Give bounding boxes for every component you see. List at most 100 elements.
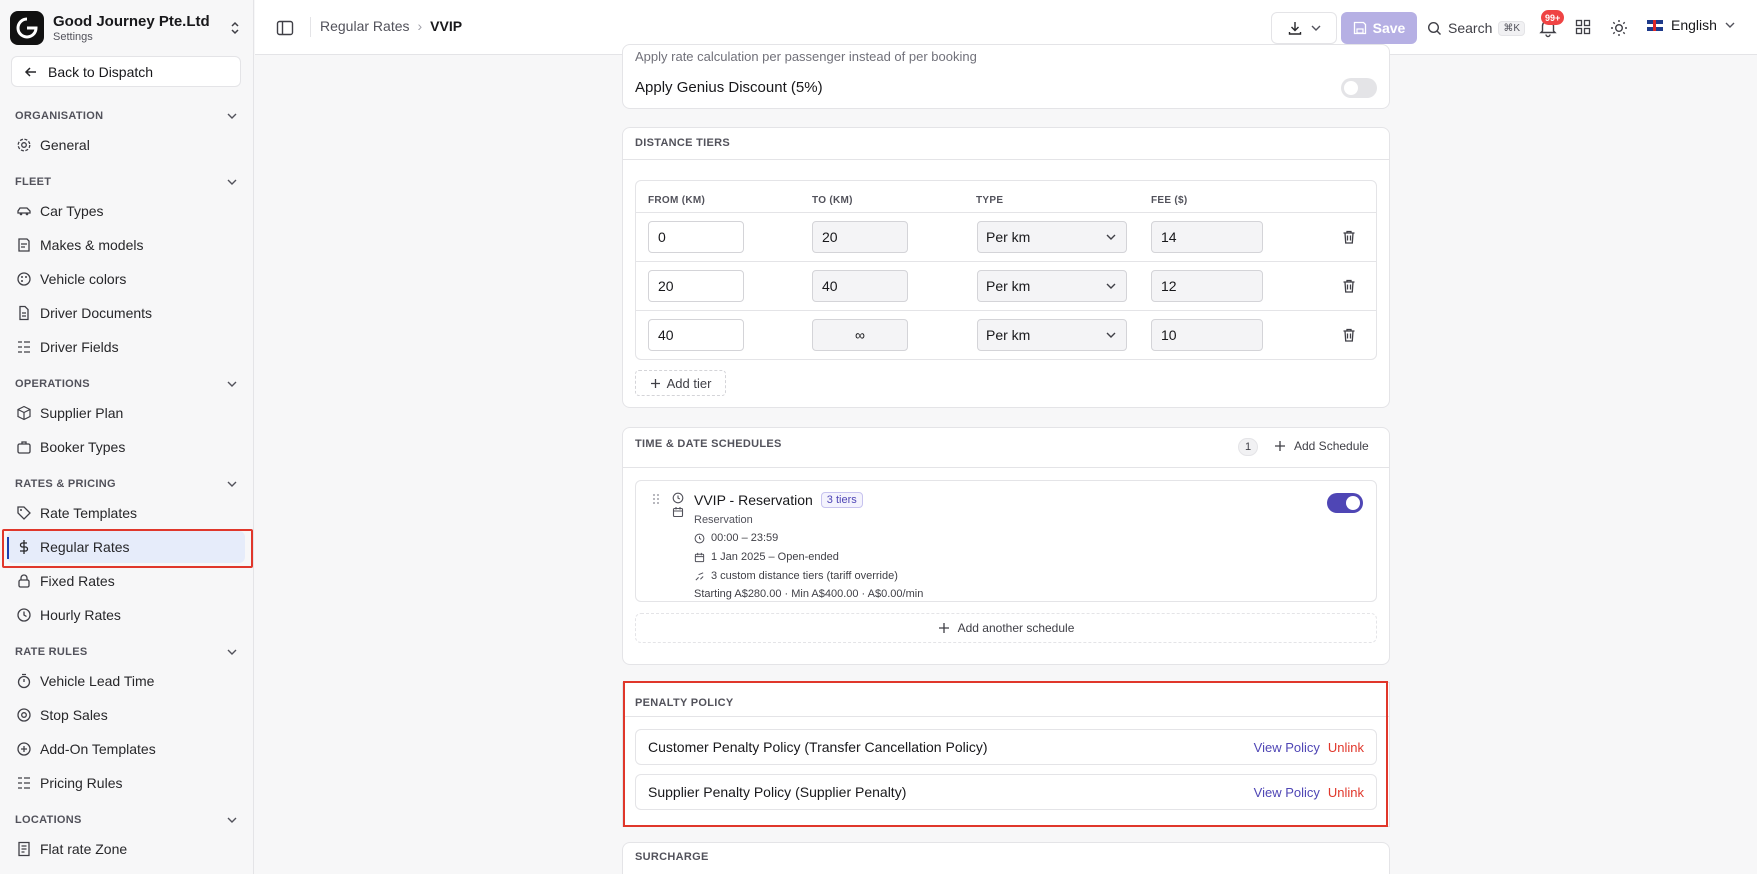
divider [623, 159, 1389, 160]
sidebar-item-label: Driver Fields [40, 339, 119, 355]
clock-icon [16, 607, 32, 623]
sidebar-item-label: Car Types [40, 203, 104, 219]
col-fee: FEE ($) [1151, 195, 1188, 206]
chevron-up-down-icon [228, 18, 242, 38]
sidebar-item-driver-documents[interactable]: Driver Documents [7, 297, 245, 329]
row-divider [636, 261, 1376, 262]
section-label: LOCATIONS [15, 814, 82, 826]
schedules-card: TIME & DATE SCHEDULES 1 Add Schedule VVI… [622, 427, 1390, 665]
section-label: FLEET [15, 176, 52, 188]
book-icon [16, 237, 32, 253]
schedule-toggle[interactable] [1327, 493, 1363, 513]
sidebar-item-add-on-templates[interactable]: Add-On Templates [7, 733, 245, 765]
language-label: English [1671, 17, 1717, 33]
from-input[interactable]: 20 [648, 270, 744, 302]
sidebar-item-makes-models[interactable]: Makes & models [7, 229, 245, 261]
sidebar-item-pricing-rules[interactable]: Pricing Rules [7, 767, 245, 799]
section-rates-pricing[interactable]: RATES & PRICING [15, 476, 237, 492]
section-operations[interactable]: OPERATIONS [15, 376, 237, 392]
chevron-down-icon [227, 481, 237, 487]
sidebar-toggle-icon[interactable] [276, 19, 294, 37]
arrow-left-icon [24, 66, 36, 77]
search-button[interactable]: Search ⌘K [1427, 14, 1526, 42]
divider [623, 467, 1389, 468]
sidebar-item-car-types[interactable]: Car Types [7, 195, 245, 227]
apps-grid-icon[interactable] [1575, 19, 1591, 35]
sidebar-item-booker-types[interactable]: Booker Types [7, 431, 245, 463]
add-schedule-button[interactable]: Add Schedule [1274, 439, 1369, 453]
section-locations[interactable]: LOCATIONS [15, 812, 237, 828]
sidebar-item-general[interactable]: General [7, 129, 245, 161]
distance-tiers-card: DISTANCE TIERS FROM (KM) TO (KM) TYPE FE… [622, 127, 1390, 408]
schedule-item[interactable]: VVIP - Reservation 3 tiers Reservation 0… [635, 480, 1377, 602]
from-input[interactable]: 0 [648, 221, 744, 253]
sun-icon[interactable] [1610, 19, 1628, 37]
col-from: FROM (KM) [648, 195, 706, 206]
back-to-dispatch-button[interactable]: Back to Dispatch [11, 56, 241, 87]
uk-flag-icon [1647, 19, 1663, 31]
sidebar-item-label: Fixed Rates [40, 573, 115, 589]
list-icon [16, 339, 32, 355]
language-selector[interactable]: English [1647, 17, 1735, 33]
tier-table: FROM (KM) TO (KM) TYPE FEE ($) 0 20 Per … [635, 180, 1377, 360]
clock-icon [672, 492, 684, 504]
to-input[interactable]: 20 [812, 221, 908, 253]
download-menu-button[interactable] [1271, 12, 1337, 44]
section-label: RATE RULES [15, 646, 88, 658]
sidebar-item-stop-sales[interactable]: Stop Sales [7, 699, 245, 731]
sidebar-item-vehicle-colors[interactable]: Vehicle colors [7, 263, 245, 295]
add-another-label: Add another schedule [957, 621, 1075, 635]
schedule-tiers-note: 3 custom distance tiers (tariff override… [711, 570, 898, 582]
add-tier-button[interactable]: Add tier [635, 370, 726, 396]
section-fleet[interactable]: FLEET [15, 174, 237, 190]
trash-icon[interactable] [1341, 229, 1357, 245]
sidebar-item-driver-fields[interactable]: Driver Fields [7, 331, 245, 363]
trash-icon[interactable] [1341, 278, 1357, 294]
sidebar-item-rate-templates[interactable]: Rate Templates [7, 497, 245, 529]
schedule-tiers-row: 3 custom distance tiers (tariff override… [694, 570, 898, 582]
trash-icon[interactable] [1341, 327, 1357, 343]
sidebar-item-supplier-plan[interactable]: Supplier Plan [7, 397, 245, 429]
fee-input[interactable]: 14 [1151, 221, 1263, 253]
type-select-value: Per km [986, 327, 1031, 343]
sidebar-item-label: Add-On Templates [40, 741, 156, 757]
chevron-down-icon [1311, 25, 1321, 31]
fee-input[interactable]: 12 [1151, 270, 1263, 302]
from-input[interactable]: 40 [648, 319, 744, 351]
highlight-outline [2, 529, 253, 568]
sidebar-item-flat-rate-zone[interactable]: Flat rate Zone [7, 833, 245, 865]
chevron-down-icon [227, 817, 237, 823]
breadcrumb-parent[interactable]: Regular Rates [320, 18, 410, 34]
tiers-badge: 3 tiers [820, 492, 863, 508]
add-another-schedule-button[interactable]: Add another schedule [635, 613, 1377, 643]
sidebar-item-hourly-rates[interactable]: Hourly Rates [7, 599, 245, 631]
type-select[interactable]: Per km [977, 270, 1127, 302]
to-input[interactable]: ∞ [812, 319, 908, 351]
breadcrumb-current: VVIP [430, 18, 463, 34]
schedule-type: Reservation [694, 514, 753, 526]
to-input[interactable]: 40 [812, 270, 908, 302]
type-select[interactable]: Per km [977, 221, 1127, 253]
schedule-title-row: VVIP - Reservation 3 tiers [694, 492, 863, 508]
schedule-time: 00:00 – 23:59 [711, 532, 779, 544]
search-label: Search [1448, 20, 1493, 36]
notification-badge: 99+ [1541, 10, 1565, 25]
org-switcher[interactable]: Good Journey Pte.Ltd Settings [10, 10, 242, 46]
sidebar-item-fixed-rates[interactable]: Fixed Rates [7, 565, 245, 597]
sidebar-item-label: Hourly Rates [40, 607, 121, 623]
timer-icon [16, 673, 32, 689]
genius-discount-label: Apply Genius Discount (5%) [635, 79, 823, 96]
drag-handle-icon[interactable] [652, 493, 660, 505]
receipt-icon [16, 841, 32, 857]
sidebar-item-vehicle-lead-time[interactable]: Vehicle Lead Time [7, 665, 245, 697]
schedule-name: VVIP - Reservation [694, 492, 813, 508]
section-rate-rules[interactable]: RATE RULES [15, 644, 237, 660]
search-icon [1427, 21, 1441, 35]
section-organisation[interactable]: ORGANISATION [15, 108, 237, 124]
genius-discount-toggle[interactable] [1341, 78, 1377, 98]
fee-input[interactable]: 10 [1151, 319, 1263, 351]
type-select-value: Per km [986, 229, 1031, 245]
save-button[interactable]: Save [1341, 12, 1417, 44]
type-select[interactable]: Per km [977, 319, 1127, 351]
sidebar-item-label: Supplier Plan [40, 405, 124, 421]
